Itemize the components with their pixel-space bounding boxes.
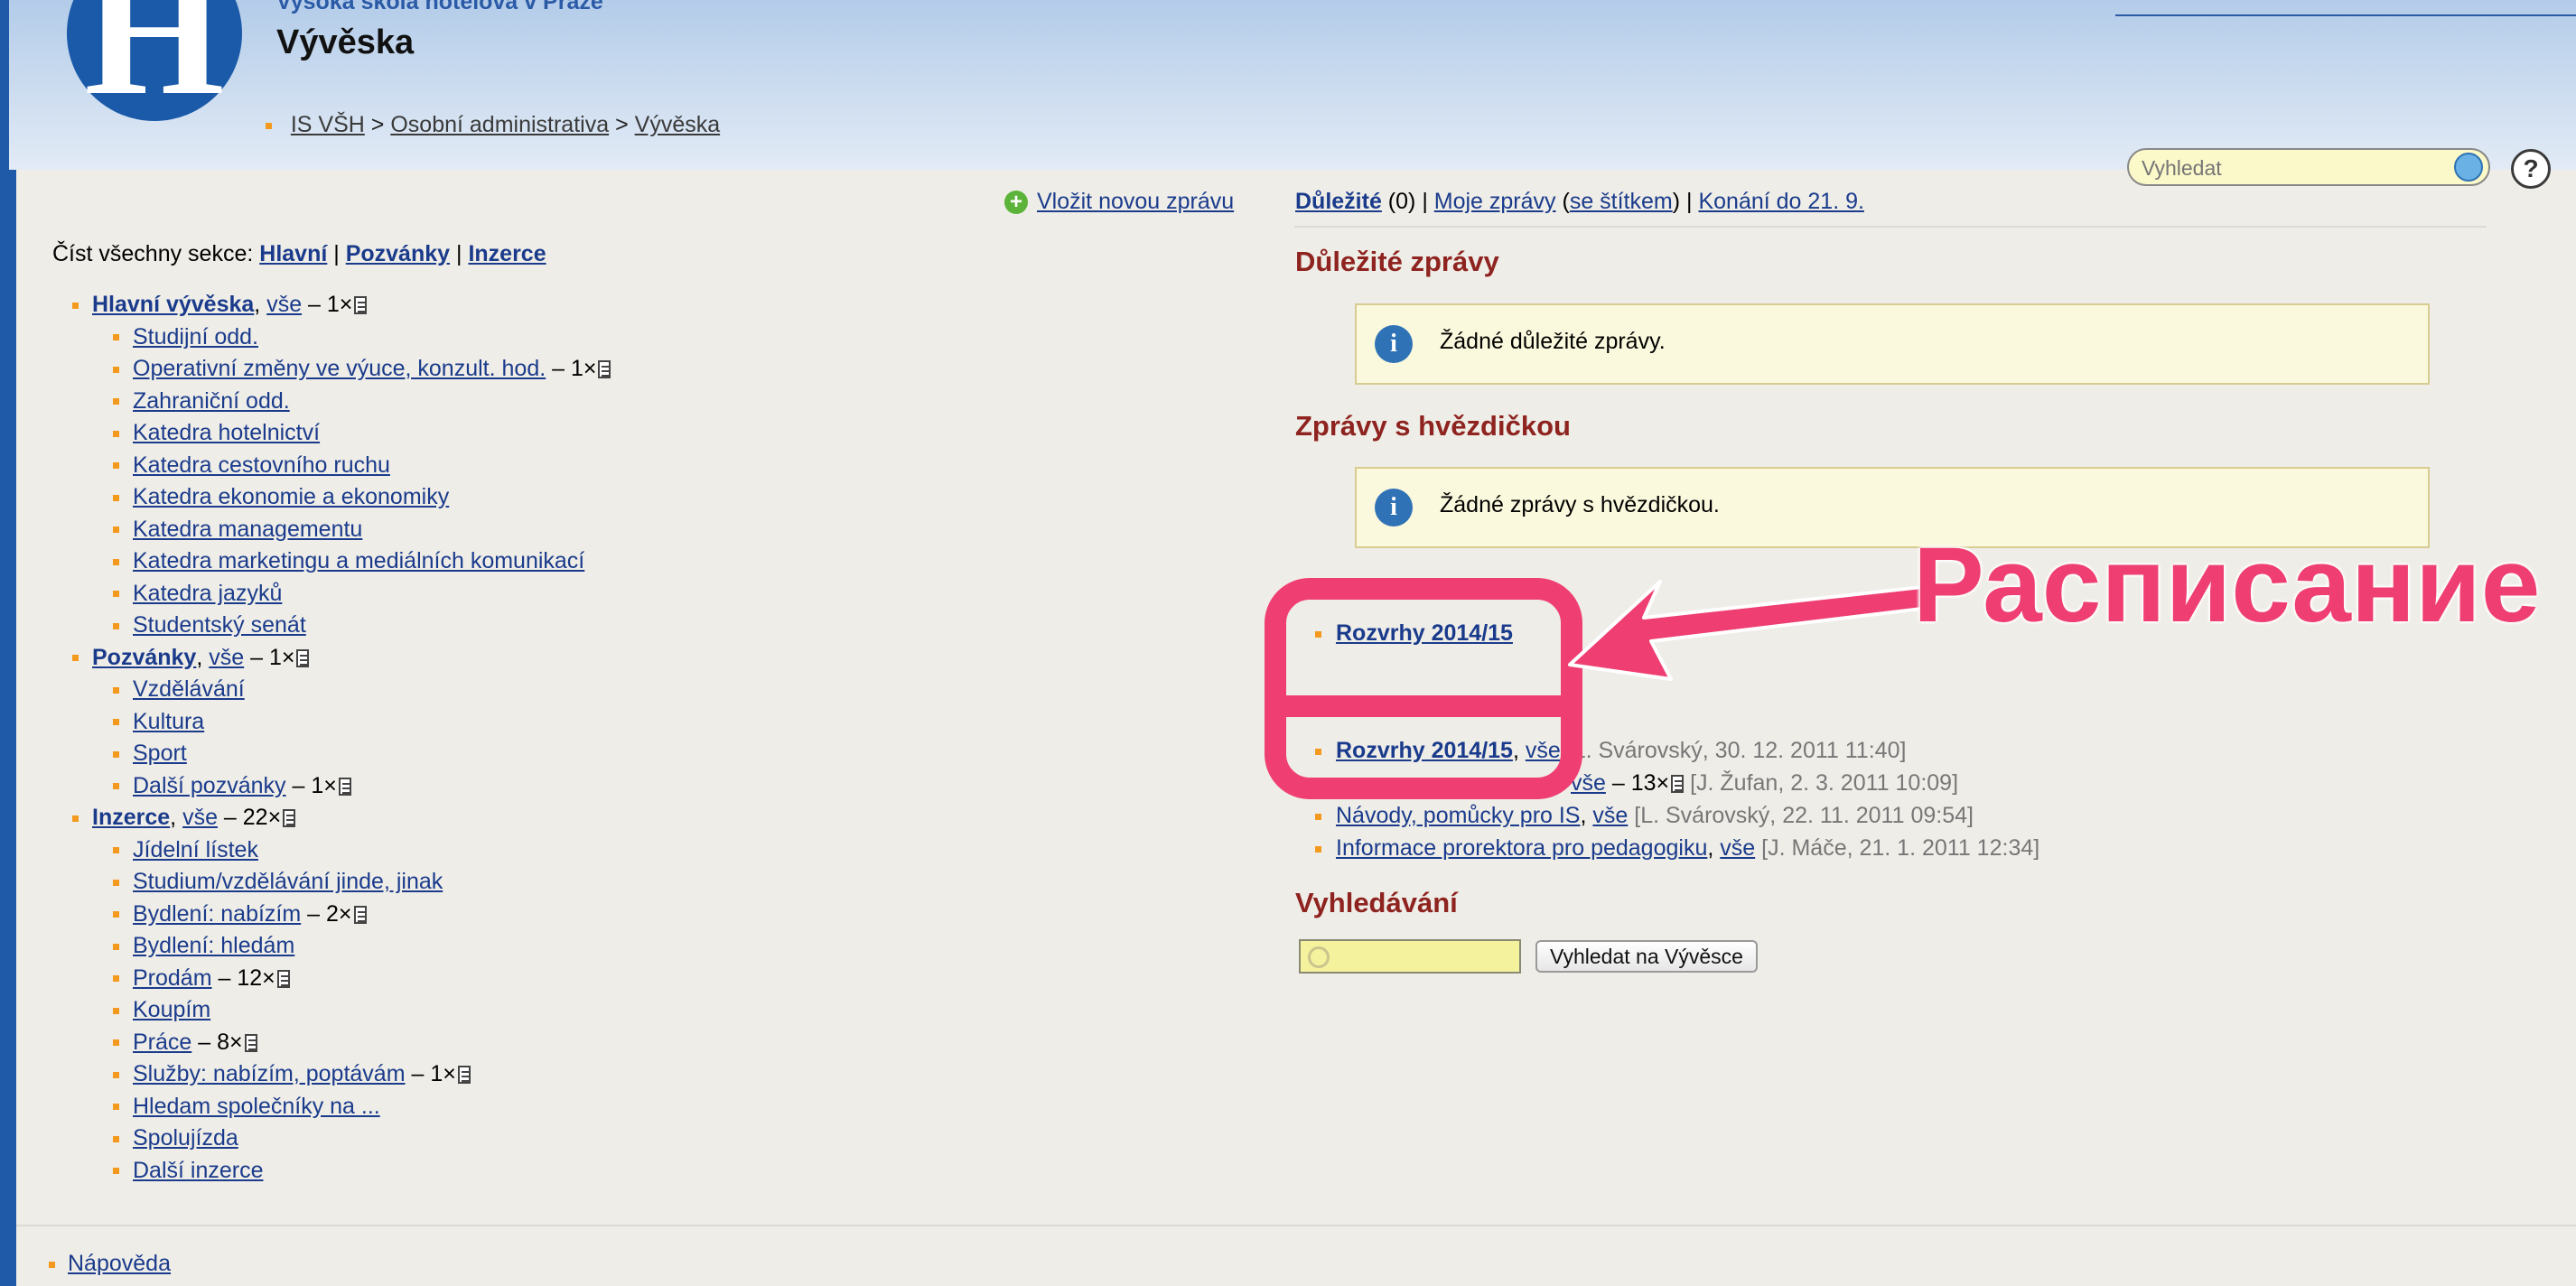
annotation-text: Расписание [1913, 526, 2541, 645]
